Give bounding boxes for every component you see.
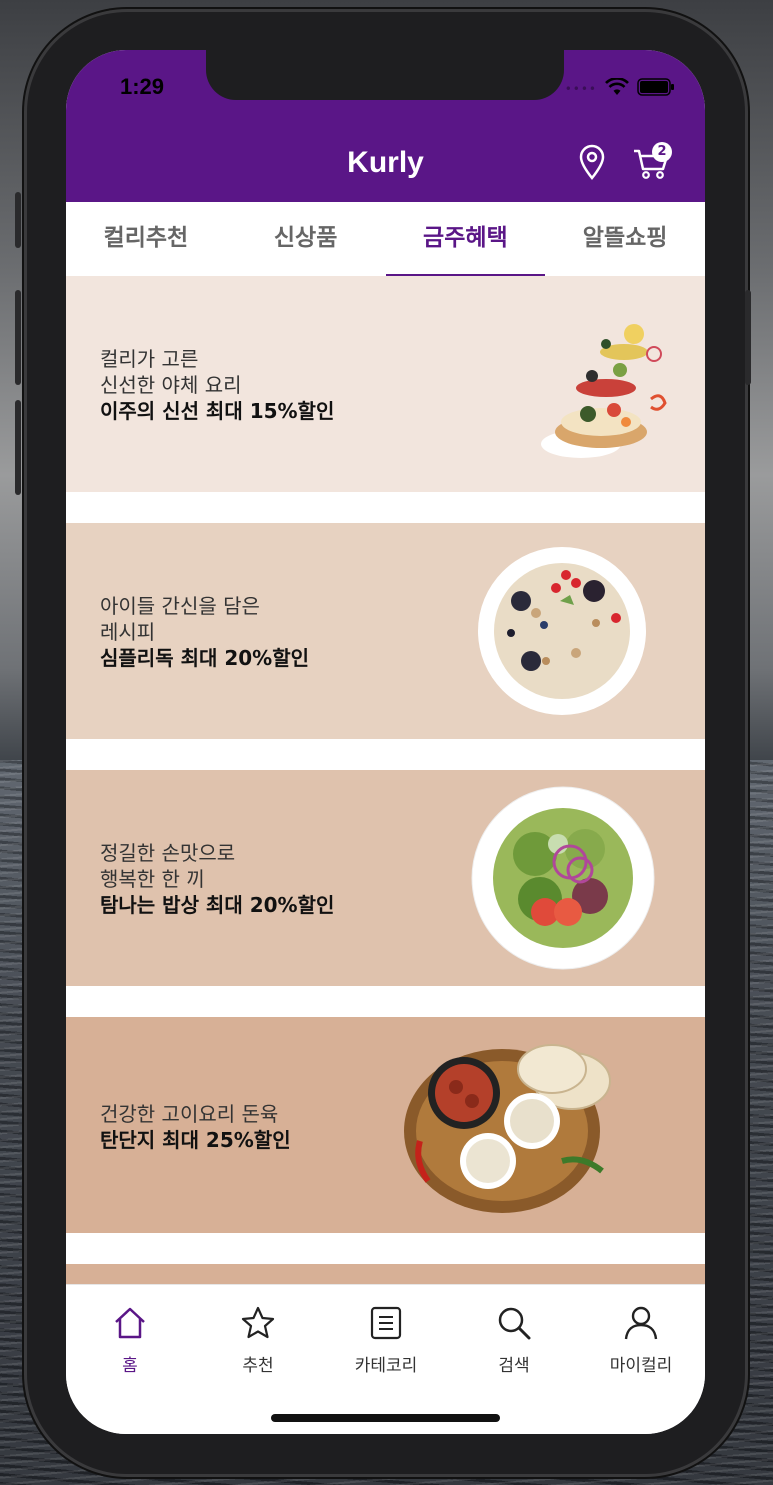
battery-icon [637,78,675,100]
category-tabs: 컬리추천 신상품 금주혜택 알뜰쇼핑 [66,202,705,277]
nav-search[interactable]: 검색 [450,1305,578,1376]
green-salad-plate-image [471,786,655,970]
person-icon [624,1306,658,1340]
banner-discount: 탐나는 밥상 최대 20%할인 [100,893,335,917]
tab-weekly-benefits[interactable]: 금주혜택 [385,202,546,277]
promo-banner-4[interactable]: 건강한 고이요리 돈육 탄단지 최대 25%할인 [66,1017,705,1233]
banner-line2: 행복한 한 끼 [100,867,205,891]
nav-recommend-label: 추천 [242,1356,274,1376]
nav-home[interactable]: 홈 [66,1305,194,1376]
nav-category-label: 카테코리 [354,1356,418,1376]
star-icon [241,1306,275,1339]
status-icons: •••• [564,77,675,100]
app-screen: 1:29 •••• Kurly 2 컬리추천 신상품 금주혜택 알뜰쇼핑 컬리가… [66,50,705,1434]
banner-line1: 컬리가 고른 [100,347,199,371]
banner-text: 정길한 손맛으로 행복한 한 끼 탐나는 밥상 최대 20%할인 [100,840,334,918]
curry-rice-platter-image [404,1044,611,1213]
list-icon [370,1306,402,1340]
home-indicator[interactable] [271,1414,500,1422]
power-button [745,290,751,385]
app-header: 1:29 •••• Kurly 2 [66,50,705,202]
tab-thrifty-shopping[interactable]: 알뜰쇼핑 [545,202,705,276]
status-time: 1:29 [120,74,165,99]
signal-dots: •••• [564,82,597,96]
flying-salad-bowl-image [541,324,667,458]
nav-my-kurly[interactable]: 마이컬리 [577,1305,705,1376]
nav-home-label: 홈 [122,1356,138,1376]
banner-text: 컬리가 고른 신선한 야체 요리 이주의 신선 최대 15%할인 [100,346,334,424]
banner-discount: 이주의 신선 최대 15%할인 [100,399,335,423]
wifi-icon [605,77,629,100]
volume-up-button [15,290,21,385]
app-title: Kurly [347,146,424,179]
bottom-navigation: 홈 추천 카테코리 검색 마이컬리 [66,1284,705,1434]
banner-line1: 건강한 고이요리 돈육 [100,1102,279,1126]
promo-banner-3[interactable]: 정길한 손맛으로 행복한 한 끼 탐나는 밥상 최대 20%할인 [66,770,705,986]
tab-recommend[interactable]: 컬리추천 [66,202,226,276]
promo-banner-2[interactable]: 아이들 간신을 담은 레시피 심플리독 최대 20%할인 [66,523,705,739]
nav-my-kurly-label: 마이컬리 [609,1356,673,1376]
cart-count-badge: 2 [652,142,672,162]
banner-discount: 심플리독 최대 20%할인 [100,646,309,670]
nav-category[interactable]: 카테코리 [322,1305,450,1376]
banner-discount: 탄단지 최대 25%할인 [100,1128,291,1152]
banner-line2: 레시피 [100,620,156,644]
oatmeal-berry-bowl-image [478,547,646,715]
banner-line1: 정길한 손맛으로 [100,841,236,865]
banner-text: 건강한 고이요리 돈육 탄단지 최대 25%할인 [100,1101,291,1153]
mute-switch [15,192,21,248]
notch [206,50,564,100]
search-icon [498,1307,531,1340]
nav-recommend[interactable]: 추천 [194,1305,322,1376]
banner-line1: 아이들 간신을 담은 [100,594,260,618]
home-icon [115,1307,145,1339]
banner-text: 아이들 간신을 담은 레시피 심플리독 최대 20%할인 [100,593,309,671]
banner-line2: 신선한 야체 요리 [100,373,242,397]
volume-down-button [15,400,21,495]
tab-new-products[interactable]: 신상품 [226,202,386,276]
promo-banner-1[interactable]: 컬리가 고른 신선한 야체 요리 이주의 신선 최대 15%할인 [66,276,705,492]
location-pin-icon[interactable] [578,144,606,184]
nav-search-label: 검색 [498,1356,530,1376]
